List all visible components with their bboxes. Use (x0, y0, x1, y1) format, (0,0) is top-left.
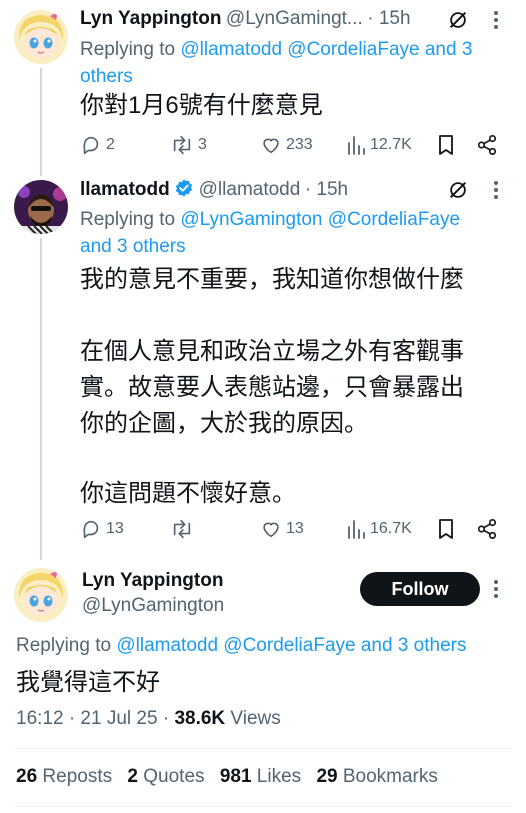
author-handle[interactable]: @llamatodd (199, 179, 301, 200)
thread-connector (40, 238, 42, 560)
bookmark-icon (436, 134, 456, 156)
grok-icon[interactable] (447, 9, 469, 36)
bookmark-button[interactable] (436, 515, 456, 543)
tweet-text: 我覺得這不好 (16, 669, 160, 696)
more-icon[interactable] (492, 9, 500, 36)
grok-icon[interactable] (447, 179, 469, 206)
like-count: 13 (286, 520, 304, 537)
repost-button[interactable] (170, 515, 198, 543)
mention-links[interactable]: @LynGamington @CordeliaFaye (180, 209, 460, 230)
tweet-text: 你這問題不懷好意。 (80, 480, 296, 507)
share-button[interactable] (476, 515, 498, 543)
tweet-header: llamatodd @llamatodd · 15h (80, 178, 348, 203)
stat-number: 2 (127, 766, 138, 787)
divider (14, 806, 512, 807)
share-button[interactable] (476, 131, 498, 159)
timestamp[interactable]: · 15h (367, 8, 410, 29)
tweet-text: 我的意見不重要，我知道你想做什麼 (80, 266, 464, 293)
reply-context: Replying to @llamatodd @CordeliaFaye and… (80, 36, 472, 63)
repost-count: 3 (198, 136, 207, 153)
bookmark-icon (436, 518, 456, 540)
timestamp[interactable]: · 15h (305, 179, 348, 200)
replying-to-label: Replying to (80, 209, 176, 230)
reply-button[interactable]: 13 (80, 515, 124, 543)
author-handle[interactable]: @LynGamington (82, 595, 224, 617)
author-name[interactable]: llamatodd (80, 179, 170, 200)
quotes-stat[interactable]: 2 Quotes (127, 766, 209, 787)
repost-button[interactable]: 3 (170, 131, 207, 159)
like-count: 233 (286, 136, 313, 153)
bookmarks-stat[interactable]: 29 Bookmarks (316, 766, 437, 787)
more-icon[interactable] (492, 179, 500, 206)
more-icon[interactable] (492, 578, 500, 605)
views-icon (346, 134, 366, 156)
views-button[interactable]: 16.7K (346, 515, 412, 543)
avatar[interactable] (14, 180, 68, 234)
tweet-text: 你的企圖，大於我的原因。 (80, 410, 368, 437)
mention-links[interactable]: @llamatodd @CordeliaFaye and 3 (180, 39, 472, 60)
action-bar: 2 3 233 12.7K (80, 131, 500, 159)
repost-icon (170, 518, 194, 540)
views-count: 12.7K (370, 136, 412, 153)
stat-label: Likes (256, 766, 302, 787)
reposts-stat[interactable]: 26 Reposts (16, 766, 117, 787)
reply-context: Replying to @LynGamington @CordeliaFaye (80, 206, 460, 233)
views-count: 38.6K (174, 708, 226, 729)
follow-button[interactable]: Follow (360, 572, 480, 606)
views-icon (346, 518, 366, 540)
bookmark-button[interactable] (436, 131, 456, 159)
stat-label: Quotes (143, 766, 205, 787)
like-button[interactable]: 13 (260, 515, 304, 543)
thread-connector (40, 68, 42, 176)
repost-icon (170, 134, 194, 156)
mention-links[interactable]: others (80, 66, 133, 87)
post-timestamp[interactable]: 16:12 · 21 Jul 25 · (16, 708, 169, 729)
tweet-meta: 16:12 · 21 Jul 25 · 38.6K Views (16, 708, 281, 730)
author-name[interactable]: Lyn Yappington (80, 8, 221, 29)
mention-links[interactable]: @llamatodd @CordeliaFaye and 3 others (116, 635, 466, 656)
mention-links[interactable]: and 3 others (80, 236, 186, 257)
views-button[interactable]: 12.7K (346, 131, 412, 159)
reply-button[interactable]: 2 (80, 131, 115, 159)
replying-to-label: Replying to (80, 39, 176, 60)
author-handle[interactable]: @LynGamingt... (226, 8, 363, 29)
reply-context: Replying to @llamatodd @CordeliaFaye and… (16, 632, 467, 659)
action-bar: 13 13 16.7K (80, 515, 500, 543)
reply-icon (80, 518, 102, 540)
tweet-text: 你對1月6號有什麼意見 (80, 92, 323, 119)
like-icon (260, 134, 282, 156)
views-label: Views (230, 708, 281, 729)
tweet-text: 實。故意要人表態站邊，只會暴露出 (80, 374, 464, 401)
share-icon (476, 134, 498, 156)
stat-number: 981 (219, 766, 252, 787)
engagement-stats: 26 Reposts 2 Quotes 981 Likes 29 Bookmar… (16, 766, 438, 788)
stat-label: Reposts (42, 766, 113, 787)
tweet-text: 在個人意見和政治立場之外有客觀事 (80, 338, 464, 365)
share-icon (476, 518, 498, 540)
stat-number: 29 (316, 766, 338, 787)
stat-label: Bookmarks (342, 766, 438, 787)
likes-stat[interactable]: 981 Likes (220, 766, 307, 787)
replying-to-label: Replying to (16, 635, 112, 656)
divider (14, 748, 512, 749)
stat-number: 26 (16, 766, 38, 787)
post-thread: Lyn Yappington @LynGamingt... · 15h Repl… (0, 0, 526, 813)
avatar[interactable] (14, 568, 68, 622)
tweet-header: Lyn Yappington @LynGamingt... · 15h (80, 8, 411, 30)
verified-badge-icon (174, 178, 194, 203)
author-name[interactable]: Lyn Yappington (82, 570, 223, 592)
reply-icon (80, 134, 102, 156)
reply-count: 13 (106, 520, 124, 537)
like-icon (260, 518, 282, 540)
like-button[interactable]: 233 (260, 131, 313, 159)
reply-count: 2 (106, 136, 115, 153)
views-count: 16.7K (370, 520, 412, 537)
avatar[interactable] (14, 10, 68, 64)
